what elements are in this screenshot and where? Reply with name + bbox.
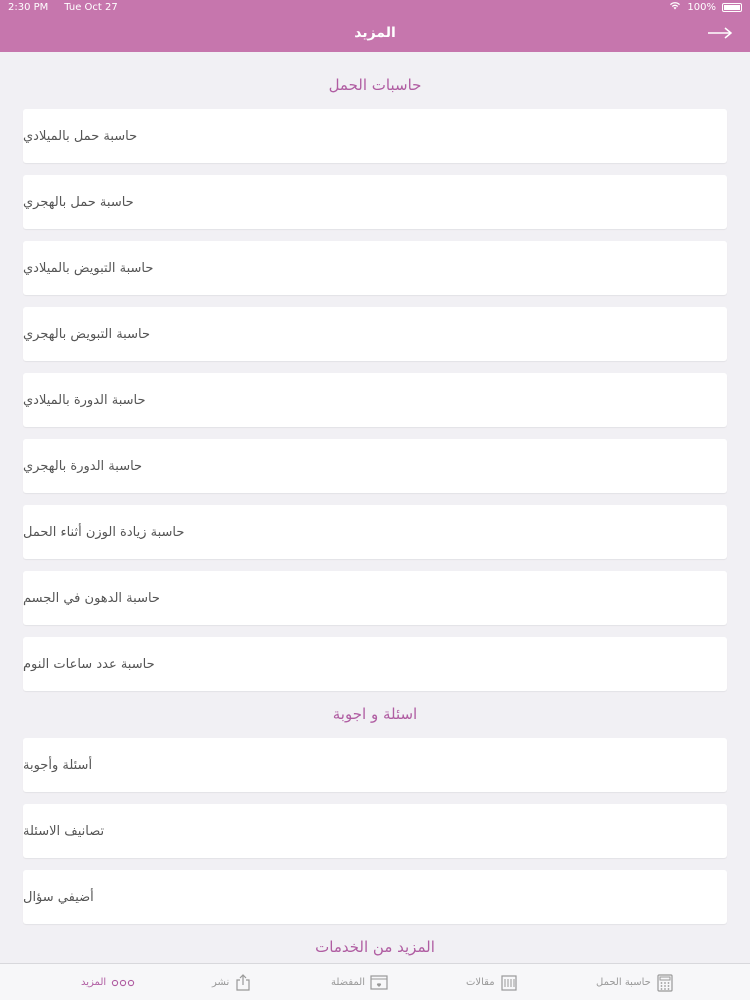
tab-more[interactable]: المزيد: [81, 964, 135, 1000]
list-item-ovulation-gregorian[interactable]: حاسبة التبويض بالميلادي: [23, 241, 727, 295]
list-item-ovulation-hijri[interactable]: حاسبة التبويض بالهجري: [23, 307, 727, 361]
list-item-label: حاسبة عدد ساعات النوم: [23, 656, 155, 672]
list-item-sleep-hours[interactable]: حاسبة عدد ساعات النوم: [23, 637, 727, 691]
status-time: 2:30 PM: [8, 1, 49, 13]
list-item-label: تصانيف الاسئلة: [23, 823, 105, 839]
list-item-question-categories[interactable]: تصانيف الاسئلة: [23, 804, 727, 858]
battery-icon: [722, 2, 742, 12]
tab-favorites[interactable]: المفضلة: [331, 964, 388, 1000]
list-item-period-gregorian[interactable]: حاسبة الدورة بالميلادي: [23, 373, 727, 427]
tab-label: نشر: [212, 977, 230, 988]
section-title-more-services: المزيد من الخدمات: [315, 938, 435, 956]
tab-label: المزيد: [81, 977, 107, 988]
status-right: 100%: [669, 1, 742, 13]
list-item-label: حاسبة حمل بالهجري: [23, 194, 134, 210]
tab-label: المفضلة: [331, 977, 366, 988]
list-item-label: حاسبة الدورة بالميلادي: [23, 392, 146, 408]
share-icon: [234, 973, 252, 992]
arrow-right-icon: [707, 24, 733, 43]
wifi-icon: [669, 1, 681, 13]
page-title: المزيد: [354, 25, 396, 41]
list-item-label: حاسبة التبويض بالهجري: [23, 326, 150, 342]
list-item-pregnancy-gregorian[interactable]: حاسبة حمل بالميلادي: [23, 109, 727, 163]
list-item-pregnancy-hijri[interactable]: حاسبة حمل بالهجري: [23, 175, 727, 229]
nav-bar: المزيد: [0, 14, 750, 52]
list-item-body-fat[interactable]: حاسبة الدهون في الجسم: [23, 571, 727, 625]
list-item-questions-answers[interactable]: أسئلة وأجوبة: [23, 738, 727, 792]
articles-icon: [500, 974, 518, 992]
status-date: Tue Oct 27: [64, 1, 118, 13]
back-button[interactable]: [706, 20, 734, 46]
list-item-label: أضيفي سؤال: [23, 889, 94, 905]
tab-pregnancy-calculator[interactable]: حاسبة الحمل: [596, 964, 674, 1000]
list-item-weight-gain[interactable]: حاسبة زيادة الوزن أثناء الحمل: [23, 505, 727, 559]
list-item-add-question[interactable]: أضيفي سؤال: [23, 870, 727, 924]
list-item-period-hijri[interactable]: حاسبة الدورة بالهجري: [23, 439, 727, 493]
tab-label: حاسبة الحمل: [596, 977, 651, 988]
tab-label: مقالات: [466, 977, 495, 988]
list-item-label: حاسبة التبويض بالميلادي: [23, 260, 154, 276]
tab-bar: حاسبة الحمل مقالات المفضلة نشر المزيد: [0, 963, 750, 1000]
favorites-icon: [370, 974, 388, 992]
list-item-label: حاسبة زيادة الوزن أثناء الحمل: [23, 524, 185, 540]
section-title-pregnancy-calculators: حاسبات الحمل: [328, 76, 422, 94]
list-item-label: حاسبة الدورة بالهجري: [23, 458, 143, 474]
tab-share[interactable]: نشر: [212, 964, 252, 1000]
more-icon: [111, 979, 135, 987]
list-item-label: أسئلة وأجوبة: [23, 757, 93, 773]
calculator-icon: [656, 973, 674, 992]
tab-articles[interactable]: مقالات: [466, 964, 518, 1000]
section-title-qa: اسئلة و اجوبة: [332, 705, 418, 723]
list-item-label: حاسبة الدهون في الجسم: [23, 590, 160, 606]
main-content: حاسبات الحمل حاسبة حمل بالميلادي حاسبة ح…: [0, 52, 750, 963]
status-bar: 2:30 PM Tue Oct 27 100%: [0, 0, 750, 14]
battery-percent: 100%: [687, 1, 716, 13]
status-left: 2:30 PM Tue Oct 27: [8, 2, 118, 13]
list-item-label: حاسبة حمل بالميلادي: [23, 128, 138, 144]
